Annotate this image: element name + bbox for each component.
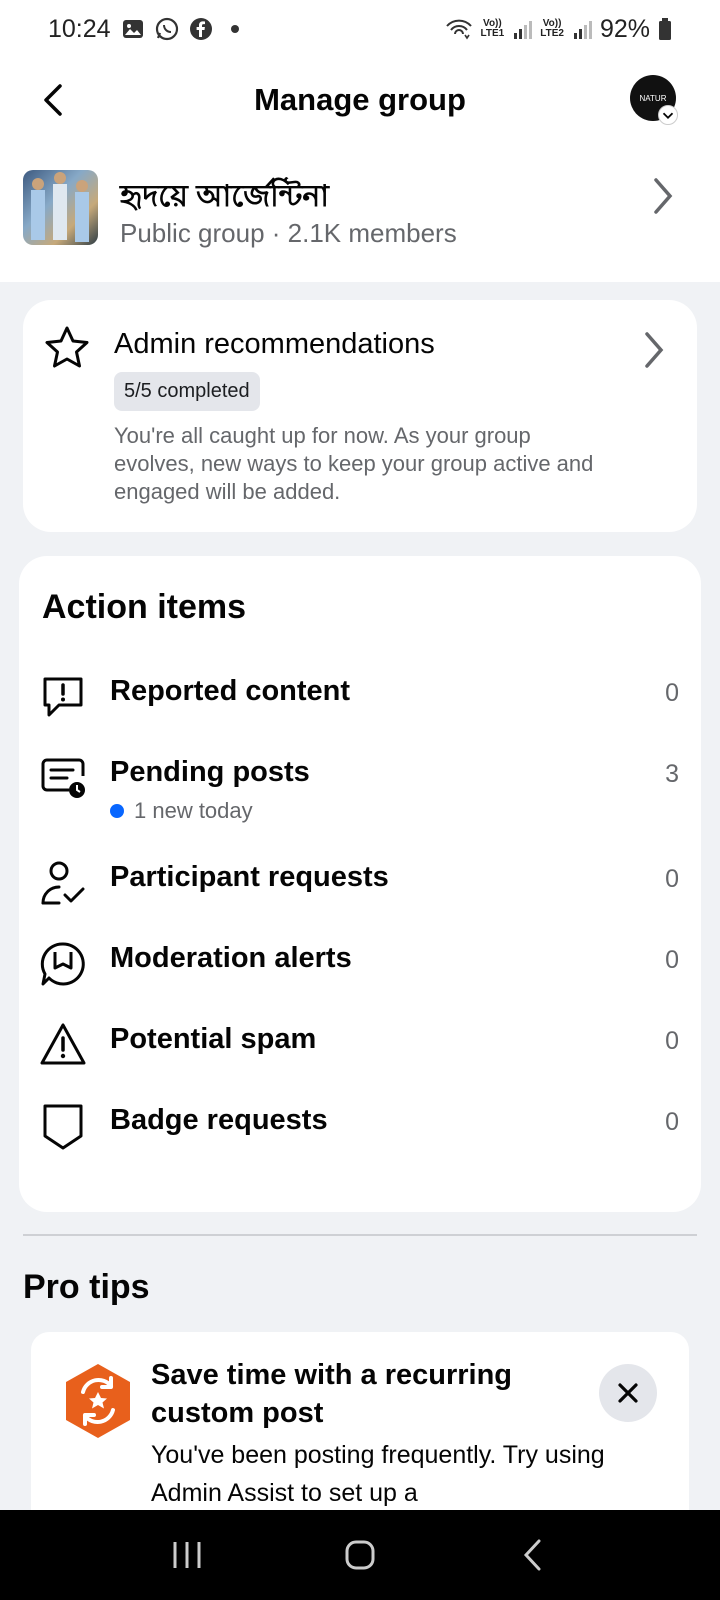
action-item-participant-requests[interactable]: Participant requests 0	[19, 859, 701, 929]
badge-icon	[43, 1104, 83, 1150]
dot-icon	[230, 25, 239, 33]
pro-tip-description: You've been posting frequently. Try usin…	[151, 1441, 605, 1507]
recent-apps-icon	[173, 1542, 201, 1568]
completion-badge: 5/5 completed	[114, 372, 260, 411]
section-divider	[23, 1234, 697, 1236]
new-today-indicator: 1 new today	[110, 798, 253, 824]
action-item-label: Badge requests	[110, 1104, 328, 1136]
battery-percent: 92%	[599, 14, 650, 43]
action-item-label: Participant requests	[110, 861, 389, 893]
star-icon	[45, 326, 89, 368]
back-arrow-icon[interactable]	[36, 78, 72, 122]
action-item-label: Moderation alerts	[110, 942, 352, 974]
lte2-indicator: Vo)) LTE2	[540, 19, 564, 39]
pro-tip-title: Save time with a recurring custom post	[151, 1359, 513, 1429]
home-button[interactable]	[340, 1535, 380, 1575]
status-time: 10:24	[48, 14, 111, 43]
pending-posts-icon	[41, 758, 85, 798]
action-item-label: Reported content	[110, 675, 351, 707]
chevron-right-icon	[645, 332, 664, 368]
group-meta: Public group · 2.1K members	[120, 218, 457, 248]
action-item-label: Potential spam	[110, 1023, 317, 1055]
action-item-count: 0	[665, 1027, 679, 1055]
action-item-count: 0	[665, 946, 679, 974]
action-item-moderation-alerts[interactable]: Moderation alerts 0	[19, 940, 701, 1010]
person-check-icon	[41, 861, 85, 905]
pro-tips-title: Pro tips	[23, 1268, 150, 1306]
signal-icon	[573, 21, 592, 39]
new-today-label: 1 new today	[134, 798, 253, 823]
action-item-pending-posts[interactable]: Pending posts 3 1 new today	[19, 754, 701, 844]
new-dot-icon	[110, 804, 124, 818]
system-nav-bar	[0, 1510, 720, 1600]
action-item-label: Pending posts	[110, 756, 310, 788]
admin-recommendations-card[interactable]: Admin recommendations 5/5 completed You'…	[23, 300, 697, 532]
group-cover-image	[23, 170, 98, 245]
action-item-count: 0	[665, 865, 679, 893]
avatar-label: NATUR	[639, 93, 667, 103]
lte1-indicator: Vo)) LTE1	[481, 19, 505, 39]
recent-apps-button[interactable]	[167, 1535, 207, 1575]
action-item-potential-spam[interactable]: Potential spam 0	[19, 1021, 701, 1091]
group-cover-art	[31, 172, 89, 242]
app-header: Manage group NATUR	[0, 58, 720, 142]
signal-icon	[514, 21, 533, 39]
home-icon	[345, 1540, 375, 1570]
lte1-label: LTE1	[480, 28, 505, 39]
moderation-alert-icon	[40, 942, 85, 986]
report-icon	[43, 677, 83, 717]
action-item-count: 3	[665, 760, 679, 788]
whatsapp-icon	[155, 17, 178, 41]
admin-recommendations-title: Admin recommendations	[114, 328, 435, 360]
action-item-count: 0	[665, 1108, 679, 1136]
chevron-down-icon	[658, 105, 678, 125]
action-item-reported-content[interactable]: Reported content 0	[19, 673, 701, 743]
group-summary-row[interactable]: হৃদয়ে আর্জেন্টিনা Public group · 2.1K m…	[0, 142, 720, 282]
gallery-icon	[122, 20, 143, 38]
profile-avatar-button[interactable]: NATUR	[630, 75, 678, 125]
page-title: Manage group	[254, 82, 466, 117]
lte2-label: LTE2	[540, 28, 564, 39]
system-back-button[interactable]	[513, 1535, 553, 1575]
battery-icon	[659, 18, 671, 40]
action-item-count: 0	[665, 679, 679, 707]
wifi-icon	[445, 19, 472, 40]
warning-icon	[40, 1023, 86, 1065]
close-icon	[618, 1383, 638, 1403]
action-item-badge-requests[interactable]: Badge requests 0	[19, 1102, 701, 1172]
facebook-icon	[189, 18, 212, 40]
status-bar: 10:24 Vo)) LTE1 Vo)) LTE2 92%	[0, 0, 720, 58]
pro-tip-card[interactable]: Save time with a recurring custom post Y…	[31, 1332, 689, 1532]
recurring-post-icon	[66, 1364, 130, 1438]
group-name: হৃদয়ে আর্জেন্টিনা	[120, 180, 329, 213]
action-items-card: Action items Reported content 0 Pending …	[19, 556, 701, 1212]
action-items-title: Action items	[42, 588, 247, 626]
back-icon	[524, 1539, 541, 1571]
dismiss-tip-button[interactable]	[599, 1364, 657, 1422]
admin-recommendations-description: You're all caught up for now. As your gr…	[114, 423, 594, 504]
chevron-right-icon	[654, 178, 673, 214]
